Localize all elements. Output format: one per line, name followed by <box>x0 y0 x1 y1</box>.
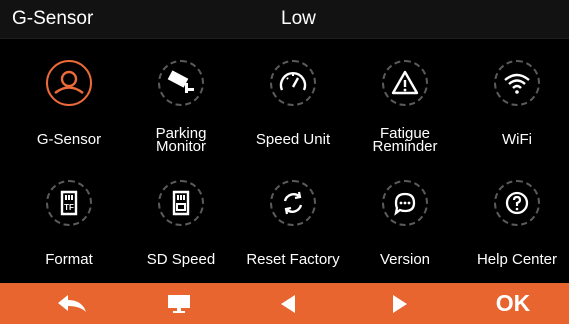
menu-item-sd-speed[interactable]: SD Speed <box>125 165 237 275</box>
sd-card-icon <box>158 180 204 226</box>
menu-item-version[interactable]: Version <box>349 165 461 275</box>
ok-label: OK <box>495 290 531 316</box>
setting-value: Low <box>281 8 316 29</box>
back-button[interactable] <box>42 283 102 324</box>
back-arrow-icon <box>56 293 88 315</box>
menu-item-help-center[interactable]: Help Center <box>461 165 569 275</box>
chat-bubble-icon <box>382 180 428 226</box>
tf-card-icon: TF <box>46 180 92 226</box>
menu-label: SD Speed <box>146 251 216 268</box>
svg-text:TF: TF <box>64 203 74 212</box>
menu-label: Reset Factory <box>246 251 340 268</box>
menu-item-format[interactable]: TF Format <box>13 165 125 275</box>
menu-label: Version <box>379 251 431 268</box>
menu-item-fatigue-reminder[interactable]: Fatigue Reminder <box>349 45 461 155</box>
next-button[interactable] <box>370 283 430 324</box>
menu-label: Parking Monitor <box>155 125 207 155</box>
menu-item-wifi[interactable]: WiFi <box>461 45 569 155</box>
menu-button[interactable] <box>149 283 209 324</box>
settings-grid: G-Sensor Parking Monitor Speed Unit Fatig… <box>0 45 569 281</box>
ok-button[interactable]: OK <box>483 283 543 324</box>
menu-label: Speed Unit <box>255 131 331 148</box>
wifi-icon <box>494 60 540 106</box>
top-bar: G-Sensor Low <box>0 0 569 39</box>
question-icon <box>494 180 540 226</box>
menu-item-reset-factory[interactable]: Reset Factory <box>237 165 349 275</box>
warning-triangle-icon <box>382 60 428 106</box>
previous-button[interactable] <box>258 283 318 324</box>
security-camera-icon <box>158 60 204 106</box>
bottom-control-bar: OK <box>0 283 569 324</box>
menu-label: Help Center <box>476 251 558 268</box>
monitor-icon <box>167 294 191 314</box>
menu-label: WiFi <box>502 131 532 148</box>
menu-item-parking-monitor[interactable]: Parking Monitor <box>125 45 237 155</box>
triangle-right-icon <box>391 294 409 314</box>
menu-item-speed-unit[interactable]: Speed Unit <box>237 45 349 155</box>
triangle-left-icon <box>279 294 297 314</box>
speedometer-icon <box>270 60 316 106</box>
menu-label: G-Sensor <box>36 131 102 148</box>
driver-icon <box>46 60 92 106</box>
menu-item-g-sensor[interactable]: G-Sensor <box>13 45 125 155</box>
menu-label: Format <box>45 251 93 268</box>
setting-title: G-Sensor <box>12 8 94 29</box>
reset-icon <box>270 180 316 226</box>
menu-label: Fatigue Reminder <box>372 125 438 155</box>
